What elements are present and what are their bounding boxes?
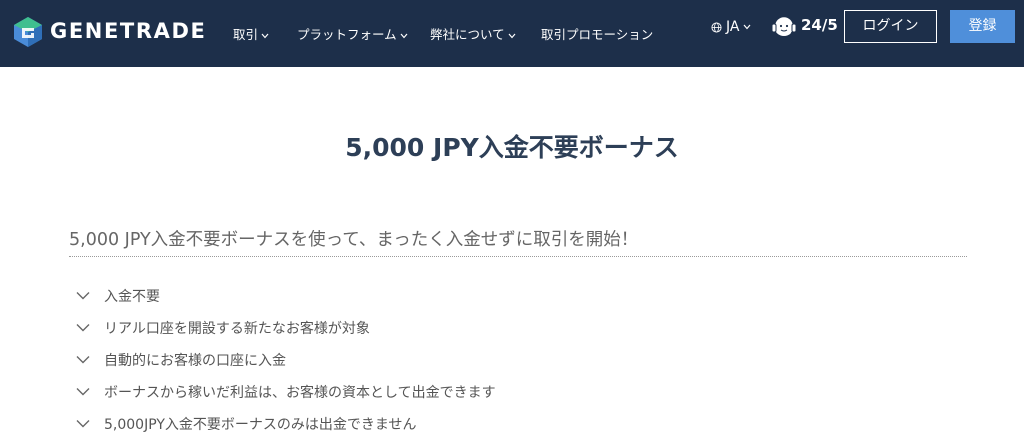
nav-item-trading[interactable]: 取引	[233, 24, 269, 43]
chevron-down-icon	[261, 33, 269, 38]
language-selector[interactable]: JA	[711, 19, 751, 35]
language-code: JA	[726, 19, 740, 35]
support-headset-icon[interactable]	[770, 11, 798, 43]
nav-item-about[interactable]: 弊社について	[430, 24, 516, 43]
brand-name[interactable]: GENETRADE	[50, 19, 206, 43]
chevron-down-icon	[76, 420, 90, 428]
nav-item-label: 取引	[233, 27, 259, 42]
list-item: ボーナスから稼いだ利益は、お客様の資本として出金できます	[76, 376, 496, 408]
nav-item-label: 弊社について	[430, 27, 505, 42]
nav-item-label: プラットフォーム	[297, 27, 397, 42]
list-item: 5,000JPY入金不要ボーナスのみは出金できません	[76, 408, 496, 440]
top-navbar: GENETRADE 取引 プラットフォーム 弊社について 取引プロモーション J…	[0, 0, 1024, 67]
globe-icon	[711, 21, 722, 33]
feature-list: 入金不要 リアル口座を開設する新たなお客様が対象 自動的にお客様の口座に入金 ボ…	[76, 280, 496, 440]
chevron-down-icon	[76, 292, 90, 300]
feature-text: 5,000JPY入金不要ボーナスのみは出金できません	[104, 417, 417, 433]
feature-text: ボーナスから稼いだ利益は、お客様の資本として出金できます	[104, 385, 496, 401]
nav-item-promotions[interactable]: 取引プロモーション	[541, 24, 653, 43]
nav-item-platform[interactable]: プラットフォーム	[297, 24, 408, 43]
chevron-down-icon	[76, 324, 90, 332]
feature-text: 自動的にお客様の口座に入金	[104, 353, 286, 369]
page-title: 5,000 JPY入金不要ボーナス	[345, 133, 679, 162]
genetrade-logo-icon[interactable]	[11, 15, 45, 49]
support-hours[interactable]: 24/5	[801, 16, 838, 34]
chevron-down-icon	[744, 24, 751, 30]
chevron-down-icon	[400, 33, 408, 38]
divider	[69, 256, 967, 257]
list-item: リアル口座を開設する新たなお客様が対象	[76, 312, 496, 344]
register-button[interactable]: 登録	[950, 10, 1015, 43]
nav-item-label: 取引プロモーション	[541, 27, 654, 42]
chevron-down-icon	[76, 388, 90, 396]
feature-text: リアル口座を開設する新たなお客様が対象	[104, 321, 370, 337]
chevron-down-icon	[76, 356, 90, 364]
list-item: 入金不要	[76, 280, 496, 312]
chevron-down-icon	[508, 33, 516, 38]
feature-text: 入金不要	[104, 289, 160, 305]
list-item: 自動的にお客様の口座に入金	[76, 344, 496, 376]
login-button[interactable]: ログイン	[844, 10, 937, 43]
bonus-subtitle: 5,000 JPY入金不要ボーナスを使って、まったく入金せずに取引を開始！	[69, 230, 639, 250]
